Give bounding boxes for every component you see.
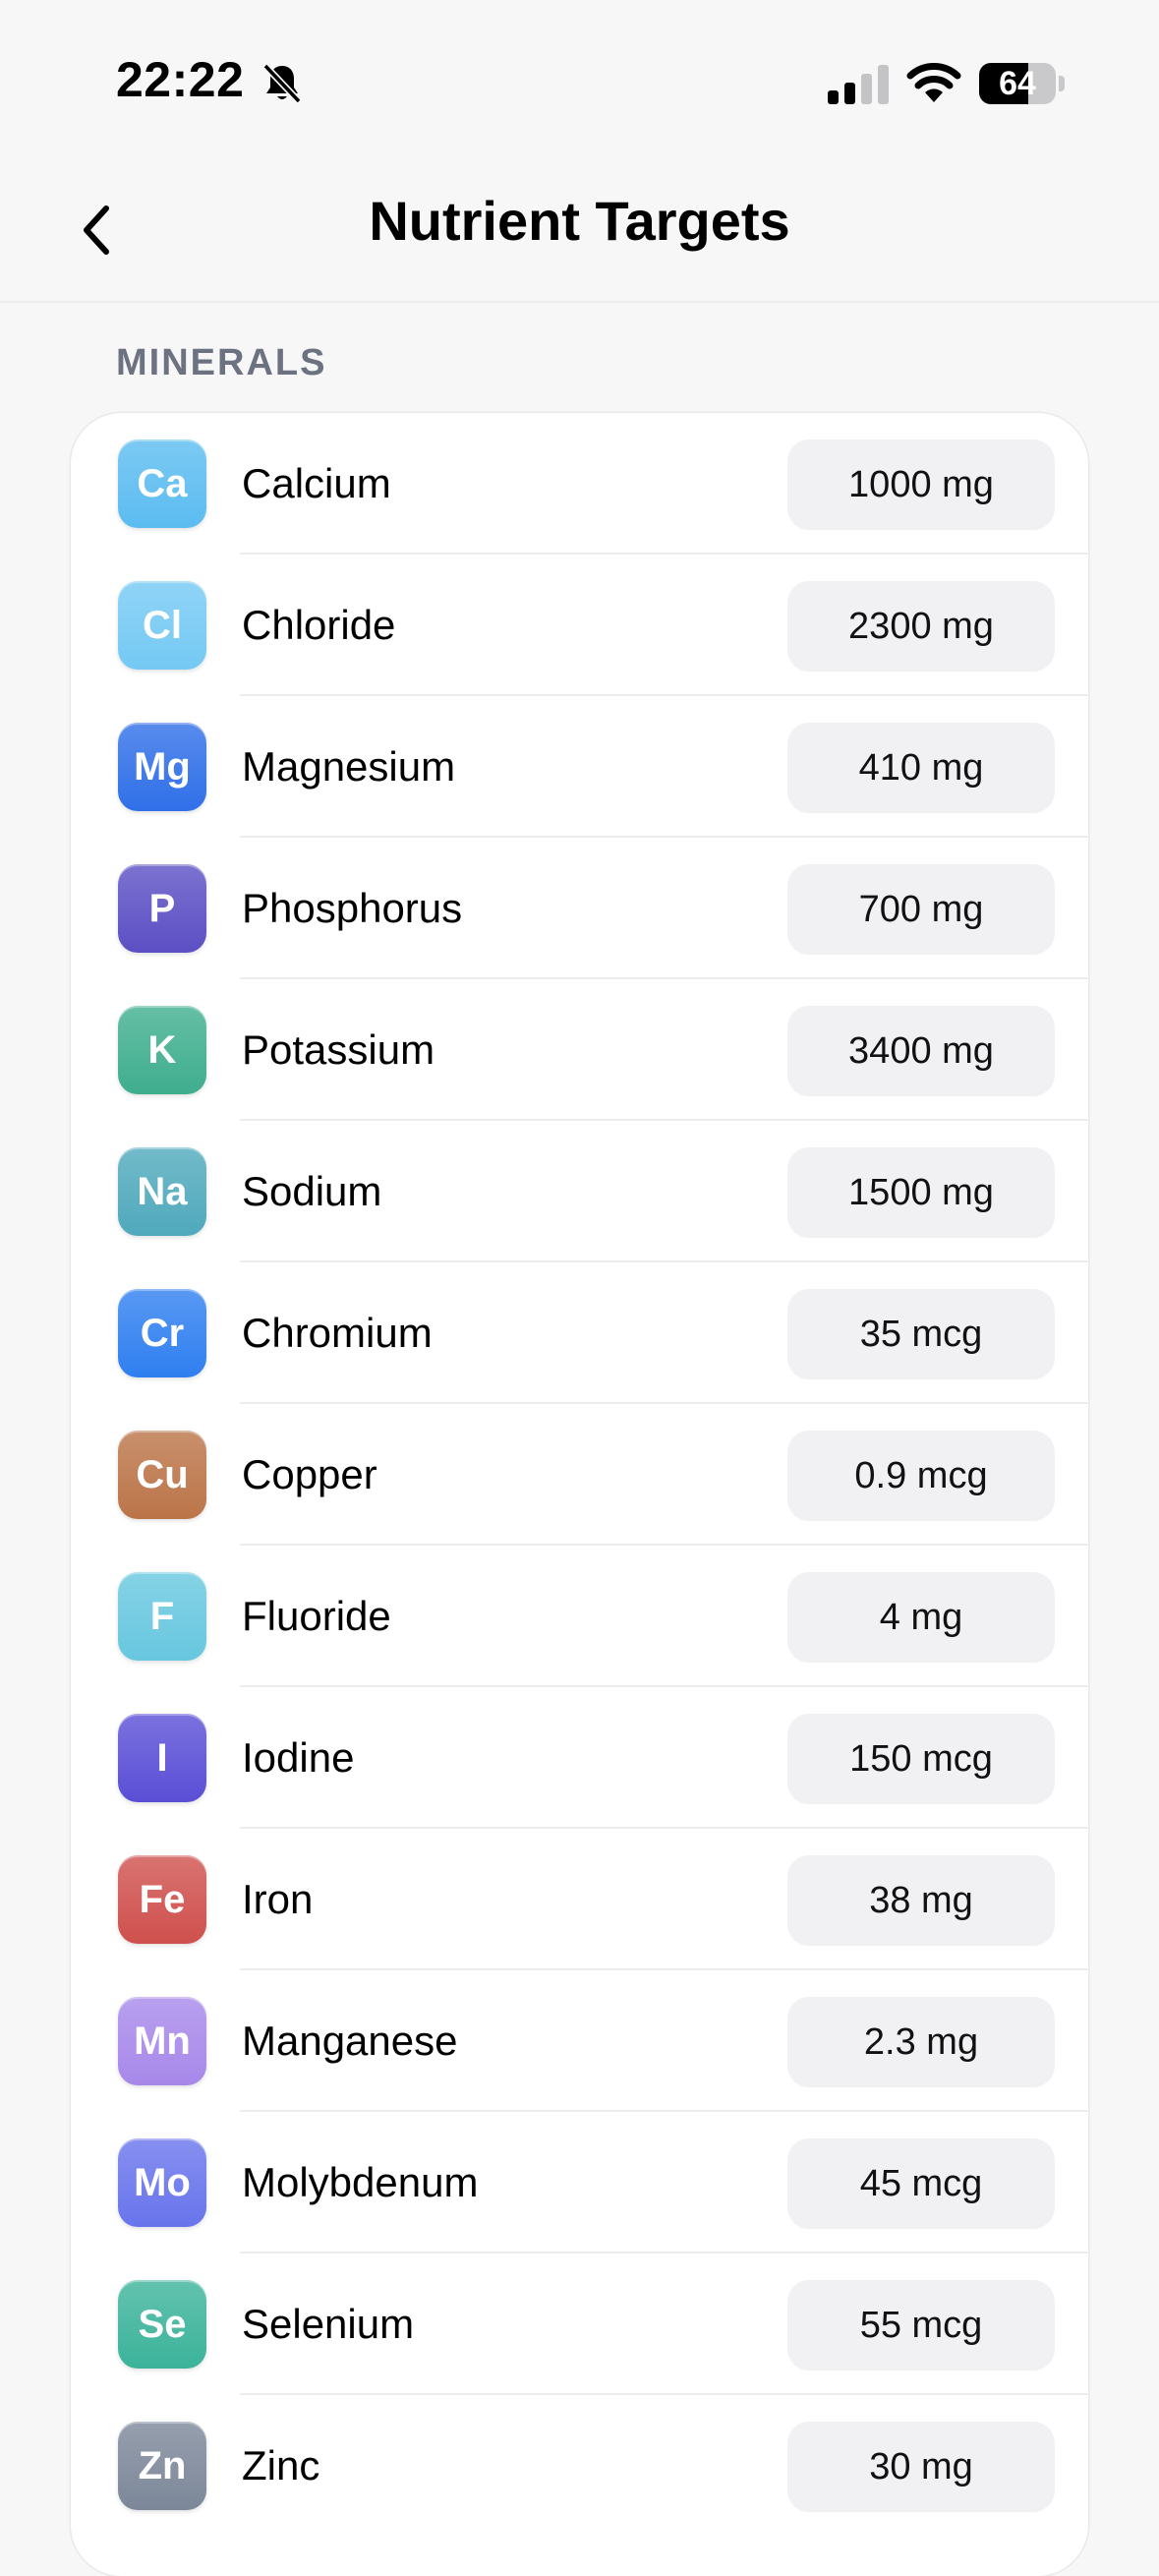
cellular-signal-icon — [828, 65, 889, 104]
element-symbol-icon: Fe — [118, 1855, 206, 1944]
mineral-row-manganese[interactable]: Mn Manganese 2.3 mg — [71, 1970, 1088, 2112]
target-value-field[interactable]: 30 mg — [787, 2422, 1055, 2512]
element-symbol-icon: Cr — [118, 1289, 206, 1377]
status-time: 22:22 — [116, 52, 245, 107]
battery-indicator: 64 — [979, 63, 1066, 104]
element-symbol-icon: F — [118, 1572, 206, 1661]
mineral-row-potassium[interactable]: K Potassium 3400 mg — [71, 979, 1088, 1121]
element-symbol-icon: Ca — [118, 439, 206, 528]
target-value-field[interactable]: 45 mcg — [787, 2138, 1055, 2229]
target-value-field[interactable]: 3400 mg — [787, 1006, 1055, 1096]
mineral-row-selenium[interactable]: Se Selenium 55 mcg — [71, 2254, 1088, 2395]
mineral-name: Phosphorus — [242, 885, 463, 931]
mineral-row-iron[interactable]: Fe Iron 38 mg — [71, 1829, 1088, 1970]
mineral-name: Selenium — [242, 2301, 415, 2347]
page-title: Nutrient Targets — [369, 190, 790, 252]
mineral-row-calcium[interactable]: Ca Calcium 1000 mg — [71, 413, 1088, 555]
mineral-name: Fluoride — [242, 1593, 391, 1639]
mineral-name: Copper — [242, 1451, 377, 1497]
target-value-field[interactable]: 35 mcg — [787, 1289, 1055, 1379]
mineral-row-zinc[interactable]: Zn Zinc 30 mg — [71, 2395, 1088, 2537]
element-symbol-icon: Mn — [118, 1997, 206, 2085]
mineral-row-chromium[interactable]: Cr Chromium 35 mcg — [71, 1262, 1088, 1404]
mineral-row-sodium[interactable]: Na Sodium 1500 mg — [71, 1121, 1088, 1262]
target-value-field[interactable]: 1000 mg — [787, 439, 1055, 530]
mineral-name: Zinc — [242, 2442, 320, 2488]
element-symbol-icon: K — [118, 1006, 206, 1094]
target-value-field[interactable]: 700 mg — [787, 864, 1055, 955]
mineral-row-copper[interactable]: Cu Copper 0.9 mcg — [71, 1404, 1088, 1546]
section-header-minerals: MINERALS — [116, 342, 327, 383]
element-symbol-icon: Cl — [118, 581, 206, 670]
mineral-row-fluoride[interactable]: F Fluoride 4 mg — [71, 1546, 1088, 1687]
element-symbol-icon: I — [118, 1714, 206, 1802]
bell-slash-icon — [262, 63, 302, 104]
mineral-row-iodine[interactable]: I Iodine 150 mcg — [71, 1687, 1088, 1829]
target-value-field[interactable]: 2300 mg — [787, 581, 1055, 672]
element-symbol-icon: Na — [118, 1147, 206, 1236]
mineral-name: Chromium — [242, 1310, 433, 1356]
mineral-row-phosphorus[interactable]: P Phosphorus 700 mg — [71, 838, 1088, 979]
target-value-field[interactable]: 150 mcg — [787, 1714, 1055, 1804]
minerals-list: Ca Calcium 1000 mg Cl Chloride 2300 mg Mg Magne… — [71, 413, 1088, 2576]
mineral-name: Manganese — [242, 2018, 458, 2064]
element-symbol-icon: Mg — [118, 723, 206, 811]
mineral-row-magnesium[interactable]: Mg Magnesium 410 mg — [71, 696, 1088, 838]
element-symbol-icon: P — [118, 864, 206, 953]
element-symbol-icon: Se — [118, 2280, 206, 2369]
status-bar: 22:22 64 — [0, 0, 1159, 167]
battery-percent: 64 — [999, 65, 1036, 102]
element-symbol-icon: Mo — [118, 2138, 206, 2227]
mineral-row-chloride[interactable]: Cl Chloride 2300 mg — [71, 555, 1088, 696]
target-value-field[interactable]: 410 mg — [787, 723, 1055, 813]
mineral-name: Iodine — [242, 1734, 355, 1781]
mineral-name: Magnesium — [242, 743, 456, 790]
mineral-name: Chloride — [242, 602, 396, 648]
element-symbol-icon: Zn — [118, 2422, 206, 2510]
target-value-field[interactable]: 1500 mg — [787, 1147, 1055, 1238]
target-value-field[interactable]: 0.9 mcg — [787, 1431, 1055, 1521]
navigation-bar: Nutrient Targets — [0, 167, 1159, 303]
mineral-name: Iron — [242, 1876, 314, 1922]
element-symbol-icon: Cu — [118, 1431, 206, 1519]
target-value-field[interactable]: 38 mg — [787, 1855, 1055, 1946]
mineral-name: Molybdenum — [242, 2159, 479, 2205]
target-value-field[interactable]: 55 mcg — [787, 2280, 1055, 2371]
target-value-field[interactable]: 2.3 mg — [787, 1997, 1055, 2087]
mineral-name: Sodium — [242, 1168, 382, 1214]
mineral-name: Potassium — [242, 1026, 435, 1073]
wifi-icon — [906, 63, 961, 102]
mineral-row-molybdenum[interactable]: Mo Molybdenum 45 mcg — [71, 2112, 1088, 2254]
target-value-field[interactable]: 4 mg — [787, 1572, 1055, 1663]
mineral-name: Calcium — [242, 460, 391, 506]
